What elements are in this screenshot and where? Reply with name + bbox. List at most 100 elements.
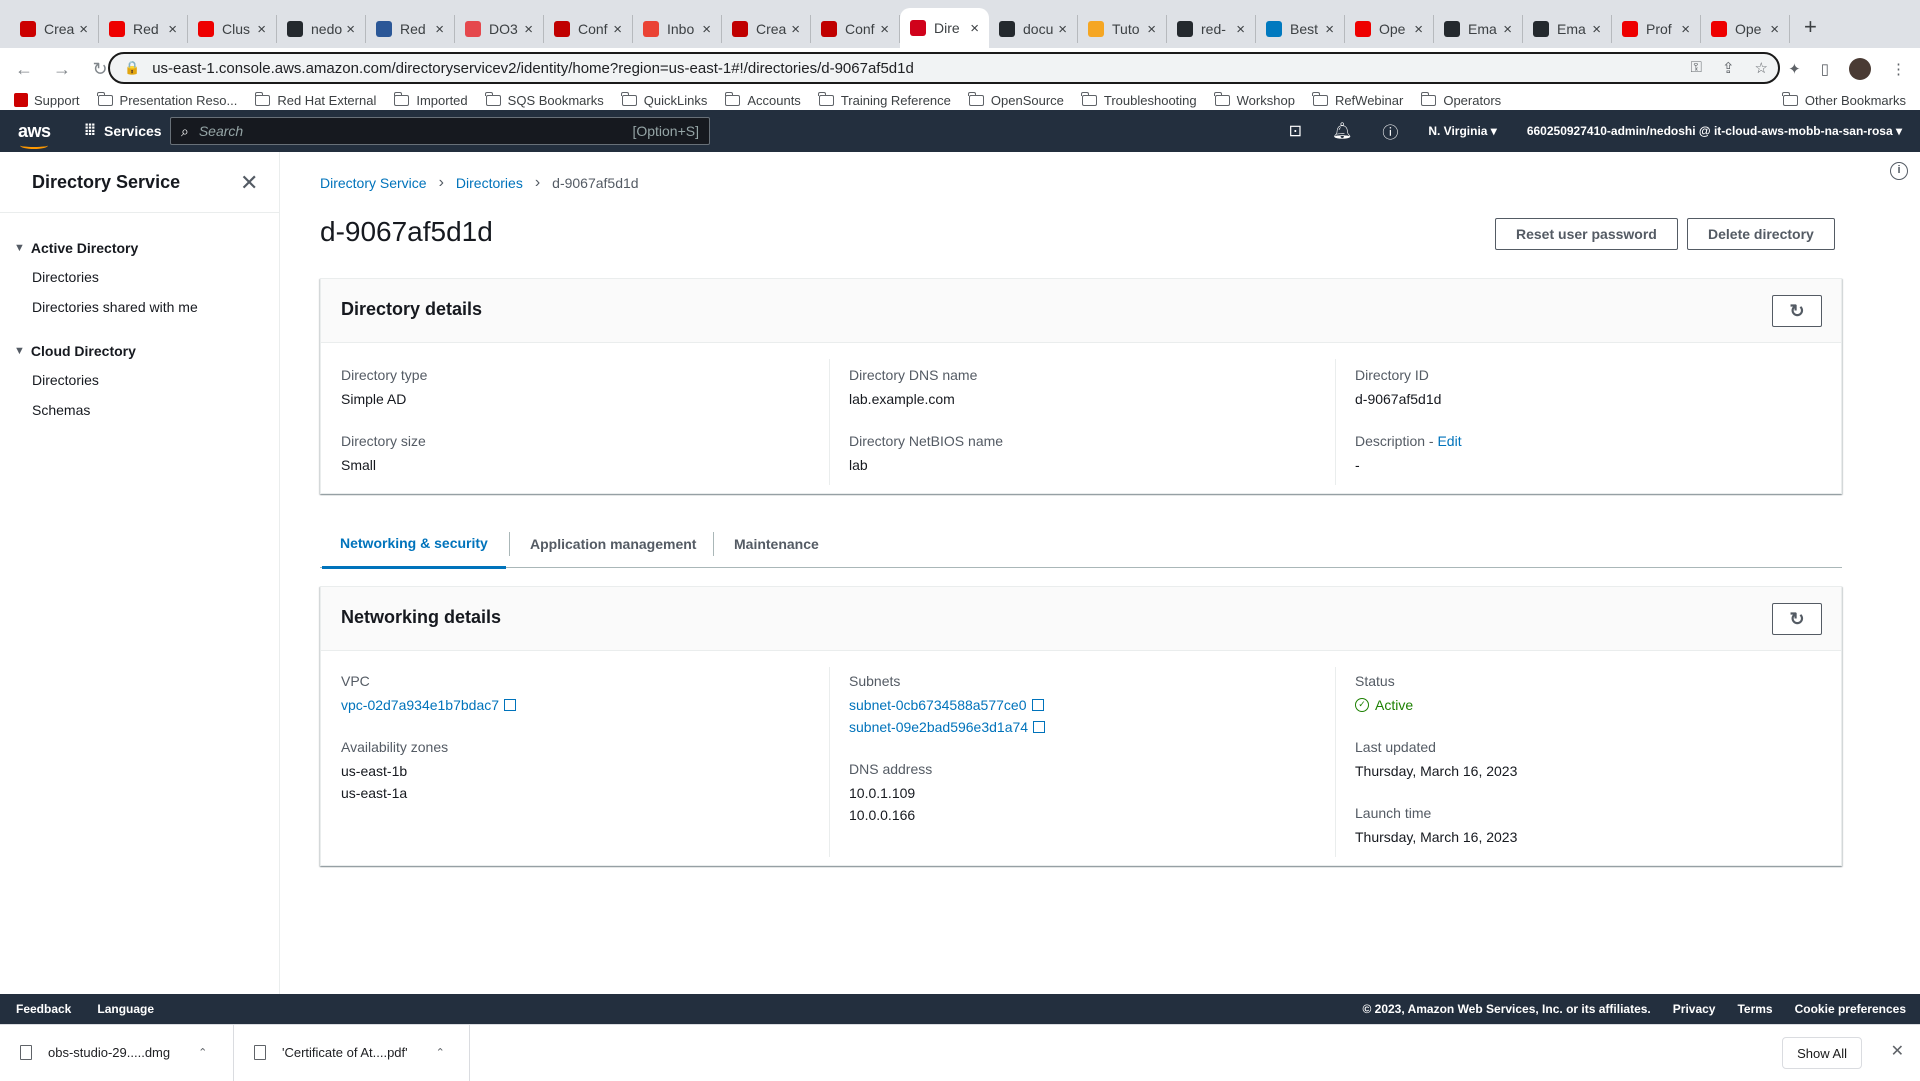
description-edit-link[interactable]: Edit [1437,433,1461,449]
terms-link[interactable]: Terms [1737,1002,1772,1016]
close-tab-icon[interactable]: × [524,21,533,38]
browser-tab[interactable]: Conf × [544,15,633,43]
cookie-preferences-link[interactable]: Cookie preferences [1795,1002,1906,1016]
bookmark-folder[interactable]: Red Hat External [254,91,376,108]
sidebar-item-shared-directories[interactable]: Directories shared with me [32,299,198,315]
browser-tab[interactable]: nedo × [277,15,366,43]
close-tab-icon[interactable]: × [168,21,177,38]
vpc-link[interactable]: vpc-02d7a934e1b7bdac7 [341,697,517,713]
browser-tab[interactable]: red- × [1167,15,1256,43]
sidebar-item-directories[interactable]: Directories [32,269,99,285]
sidebar-item-schemas[interactable]: Schemas [32,402,90,418]
language-link[interactable]: Language [97,1002,154,1016]
close-tab-icon[interactable]: × [1325,21,1334,38]
info-panel-icon[interactable]: i [1890,162,1908,180]
browser-tab[interactable]: Prof × [1612,15,1701,43]
menu-icon[interactable]: ⋮ [1891,60,1906,78]
refresh-button[interactable]: ↻ [1772,603,1822,635]
chevron-up-icon[interactable]: ⌃ [436,1046,445,1059]
key-icon[interactable]: ⚿ [1691,59,1702,77]
browser-tab[interactable]: Inbo × [633,15,722,43]
search-input[interactable]: ⌕ Search [Option+S] [170,117,710,145]
browser-tab[interactable]: Red × [99,15,188,43]
sidebar-section-cloud-directory[interactable]: ▼ Cloud Directory [14,343,136,359]
aws-logo[interactable]: aws [18,121,51,149]
bell-icon[interactable]: 🔔︎ [1332,121,1352,141]
browser-tab[interactable]: Ema × [1434,15,1523,43]
close-tab-icon[interactable]: × [613,21,622,38]
close-icon[interactable]: ✕ [1891,1041,1904,1061]
close-tab-icon[interactable]: × [1058,21,1067,38]
close-tab-icon[interactable]: × [346,21,355,38]
browser-tab[interactable]: Crea × [722,15,811,43]
reset-password-button[interactable]: Reset user password [1495,218,1678,250]
breadcrumb-directory-service[interactable]: Directory Service [320,175,427,191]
download-item[interactable]: 'Certificate of At....pdf' ⌃ [234,1024,470,1081]
browser-tab[interactable]: Tuto × [1078,15,1167,43]
tab-maintenance[interactable]: Maintenance [716,520,837,568]
sidebar-item-cloud-directories[interactable]: Directories [32,372,99,388]
browser-tab[interactable]: Conf × [811,15,900,43]
bookmark-folder[interactable]: SQS Bookmarks [485,91,604,108]
close-tab-icon[interactable]: × [1592,21,1601,38]
privacy-link[interactable]: Privacy [1673,1002,1716,1016]
share-icon[interactable]: ⇪ [1722,59,1735,77]
close-tab-icon[interactable]: × [435,21,444,38]
browser-tab[interactable]: DO3 × [455,15,544,43]
close-tab-icon[interactable]: × [970,20,979,37]
region-selector[interactable]: N. Virginia ▾ [1428,124,1497,138]
close-tab-icon[interactable]: × [79,21,88,38]
address-bar[interactable]: 🔒 us-east-1.console.aws.amazon.com/direc… [108,52,1780,84]
browser-tab[interactable]: Ope × [1345,15,1434,43]
close-tab-icon[interactable]: × [1236,21,1245,38]
bookmark-folder[interactable]: Operators [1420,91,1501,108]
sidepanel-icon[interactable]: ▯ [1821,60,1829,78]
close-tab-icon[interactable]: × [1503,21,1512,38]
star-icon[interactable]: ☆ [1755,59,1768,77]
bookmark-folder[interactable]: Imported [393,91,468,108]
close-tab-icon[interactable]: × [702,21,711,38]
bookmark-folder[interactable]: RefWebinar [1312,91,1403,108]
close-tab-icon[interactable]: × [791,21,800,38]
extensions-icon[interactable]: ✦ [1788,60,1801,78]
bookmark-folder[interactable]: QuickLinks [621,91,707,108]
tab-application-management[interactable]: Application management [512,520,714,568]
bookmark-folder[interactable]: Troubleshooting [1081,91,1197,108]
bookmark-folder[interactable]: Presentation Reso... [97,91,237,108]
delete-directory-button[interactable]: Delete directory [1687,218,1835,250]
close-tab-icon[interactable]: × [1770,21,1779,38]
services-menu[interactable]: ⁞⁞⁞ Services [84,122,162,140]
bookmark-other[interactable]: Other Bookmarks [1782,91,1906,108]
account-menu[interactable]: 660250927410-admin/nedoshi @ it-cloud-aw… [1527,124,1902,138]
sidebar-section-active-directory[interactable]: ▼ Active Directory [14,240,138,256]
close-tab-icon[interactable]: × [880,21,889,38]
back-icon[interactable]: ← [10,59,38,80]
help-icon[interactable]: ⓘ [1382,119,1398,143]
profile-avatar[interactable] [1849,58,1871,80]
download-item[interactable]: obs-studio-29.....dmg ⌃ [0,1024,234,1081]
forward-icon[interactable]: → [48,59,76,80]
new-tab-icon[interactable]: + [1804,14,1817,40]
refresh-button[interactable]: ↻ [1772,295,1822,327]
browser-tab[interactable]: Ema × [1523,15,1612,43]
close-tab-icon[interactable]: × [257,21,266,38]
browser-tab[interactable]: docu × [989,15,1078,43]
bookmark-folder[interactable]: Training Reference [818,91,951,108]
subnet-link[interactable]: subnet-09e2bad596e3d1a74 [849,719,1046,735]
bookmark-support[interactable]: Support [14,93,80,108]
breadcrumb-directories[interactable]: Directories [456,175,523,191]
browser-tab[interactable]: Ope × [1701,15,1790,43]
close-icon[interactable]: ✕ [240,170,258,196]
close-tab-icon[interactable]: × [1681,21,1690,38]
chevron-up-icon[interactable]: ⌃ [198,1046,207,1059]
feedback-link[interactable]: Feedback [16,1002,71,1016]
subnet-link[interactable]: subnet-0cb6734588a577ce0 [849,697,1044,713]
browser-tab[interactable]: Best × [1256,15,1345,43]
browser-tab[interactable]: Clus × [188,15,277,43]
close-tab-icon[interactable]: × [1414,21,1423,38]
close-tab-icon[interactable]: × [1147,21,1156,38]
browser-tab[interactable]: Red × [366,15,455,43]
bookmark-folder[interactable]: Workshop [1214,91,1295,108]
bookmark-folder[interactable]: Accounts [724,91,801,108]
cloudshell-icon[interactable]: ⊡ [1289,121,1302,141]
